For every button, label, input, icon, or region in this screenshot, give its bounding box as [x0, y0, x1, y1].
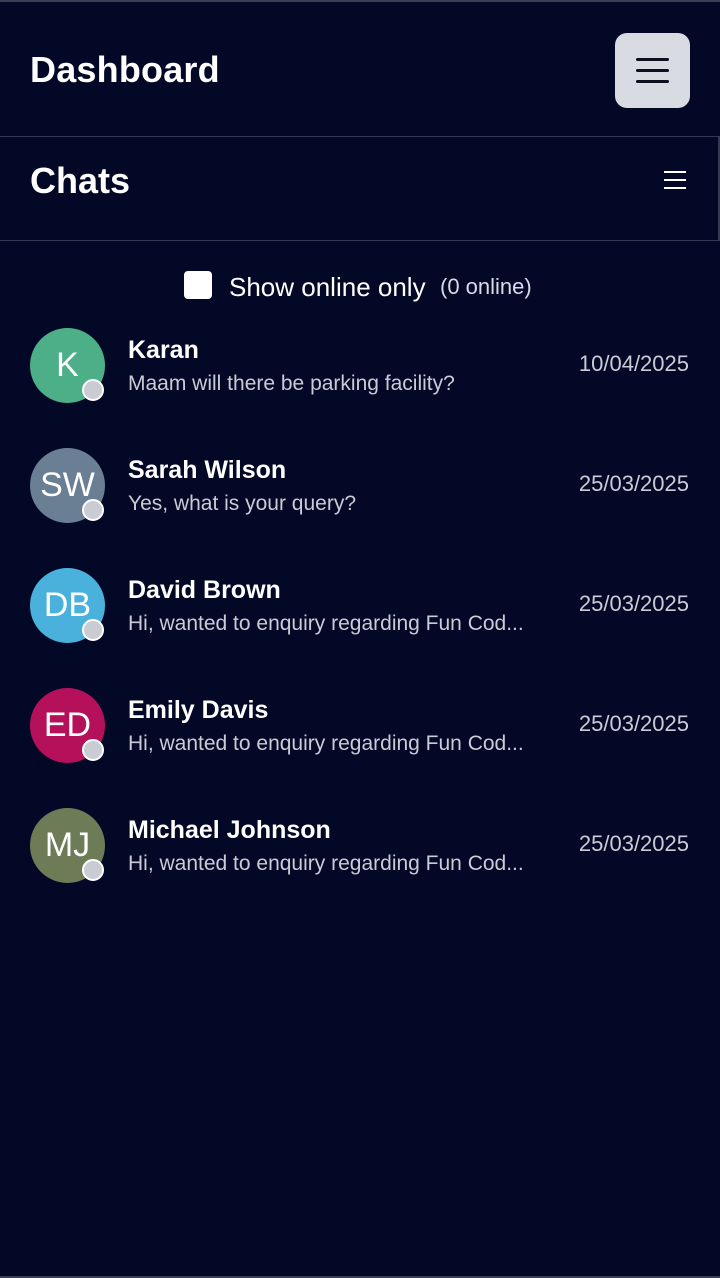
top-bar: Dashboard — [0, 2, 720, 137]
list-icon[interactable] — [664, 169, 686, 191]
show-online-checkbox[interactable] — [184, 271, 212, 299]
chat-date: 10/04/2025 — [578, 351, 689, 376]
chat-name: Karan — [128, 336, 199, 364]
status-dot — [82, 619, 104, 641]
status-dot — [82, 859, 104, 881]
chat-preview: Hi, wanted to enquiry regarding Fun Cod.… — [128, 852, 524, 875]
chat-name: Michael Johnson — [128, 816, 331, 844]
chat-item[interactable]: ED Emily Davis Hi, wanted to enquiry reg… — [0, 688, 720, 808]
chat-preview: Yes, what is your query? — [128, 492, 357, 515]
chat-date: 25/03/2025 — [578, 711, 689, 736]
chat-item[interactable]: SW Sarah Wilson Yes, what is your query?… — [0, 448, 720, 568]
chat-preview: Hi, wanted to enquiry regarding Fun Cod.… — [128, 732, 524, 755]
chat-date: 25/03/2025 — [578, 831, 689, 856]
status-dot — [82, 499, 104, 521]
online-count: (0 online) — [440, 274, 532, 299]
app-root: Dashboard Chats Show online only (0 onli… — [0, 0, 720, 1278]
chats-title: Chats — [30, 160, 131, 201]
chat-item[interactable]: DB David Brown Hi, wanted to enquiry reg… — [0, 568, 720, 688]
page-title: Dashboard — [30, 49, 220, 90]
chat-date: 25/03/2025 — [578, 471, 689, 496]
chat-preview: Maam will there be parking facility? — [128, 372, 455, 395]
chat-date: 25/03/2025 — [578, 591, 689, 616]
menu-button[interactable] — [615, 33, 690, 108]
chats-header: Chats — [0, 137, 720, 241]
status-dot — [82, 379, 104, 401]
chat-name: Sarah Wilson — [128, 456, 287, 484]
chat-item[interactable]: K Karan Maam will there be parking facil… — [0, 328, 720, 448]
status-dot — [82, 739, 104, 761]
chat-name: Emily Davis — [128, 696, 269, 724]
chat-item[interactable]: MJ Michael Johnson Hi, wanted to enquiry… — [0, 808, 720, 928]
chat-name: David Brown — [128, 576, 281, 604]
chat-preview: Hi, wanted to enquiry regarding Fun Cod.… — [128, 612, 524, 635]
online-filter: Show online only (0 online) — [0, 268, 720, 304]
show-online-label[interactable]: Show online only — [229, 271, 426, 303]
